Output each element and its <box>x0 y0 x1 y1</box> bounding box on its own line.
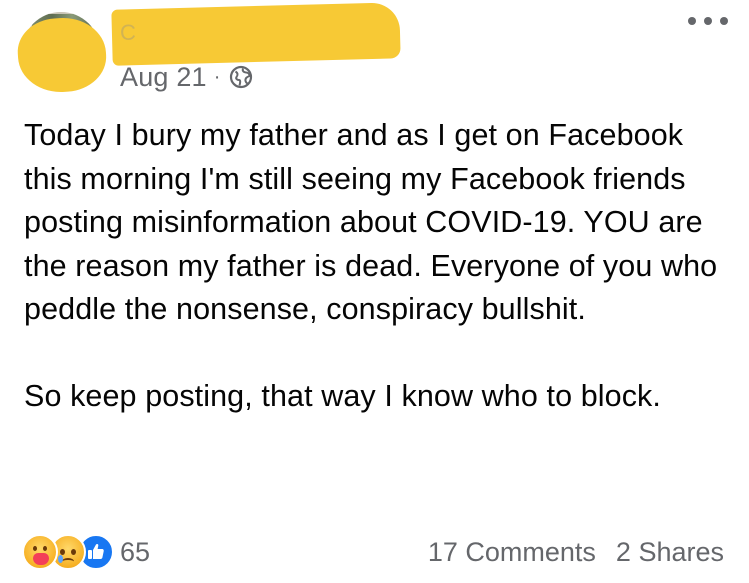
avatar-redaction <box>15 15 109 95</box>
care-icon <box>22 534 58 570</box>
globe-icon <box>229 65 252 89</box>
more-dot <box>704 17 712 25</box>
more-dot <box>688 17 696 25</box>
avatar[interactable] <box>15 8 109 95</box>
engagement-stats: 17 Comments 2 Shares <box>428 534 724 570</box>
shares-count-link[interactable]: 2 Shares <box>616 537 724 568</box>
reaction-count[interactable]: 65 <box>120 537 150 568</box>
more-options-icon[interactable] <box>688 14 728 28</box>
post-timestamp[interactable]: Aug 21 <box>120 62 207 93</box>
author-name-redaction[interactable] <box>111 2 401 66</box>
post-meta: Aug 21 · <box>120 61 253 93</box>
reactions-summary[interactable]: 65 <box>22 534 150 570</box>
post-paragraph: So keep posting, that way I know who to … <box>24 379 661 413</box>
post-body: Today I bury my father and as I get on F… <box>24 114 724 419</box>
comments-count-link[interactable]: 17 Comments <box>428 537 596 568</box>
post-paragraph: Today I bury my father and as I get on F… <box>24 118 718 326</box>
thumbs-up-icon <box>88 543 104 559</box>
meta-separator: · <box>213 65 221 88</box>
more-dot <box>720 17 728 25</box>
author-name-initial: C <box>120 20 136 45</box>
